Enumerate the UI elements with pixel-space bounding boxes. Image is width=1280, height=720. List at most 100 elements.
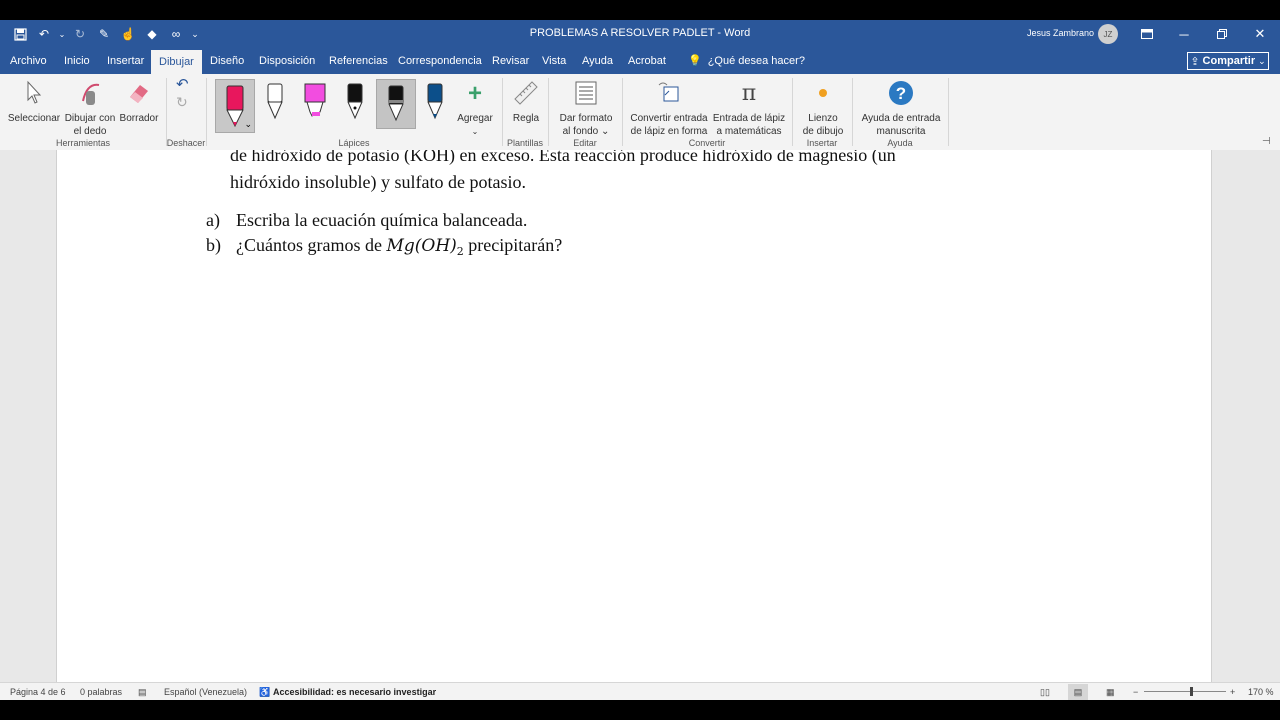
tab-acrobat[interactable]: Acrobat — [620, 48, 674, 74]
zoom-out-icon[interactable]: − — [1133, 687, 1138, 697]
user-name[interactable]: Jesus Zambrano — [1027, 28, 1094, 38]
group-separator — [548, 78, 549, 146]
ink-help-button[interactable]: ? Ayuda de entrada manuscrita — [858, 78, 944, 138]
tab-ayuda[interactable]: Ayuda — [574, 48, 621, 74]
eraser-label: Borrador — [119, 113, 159, 124]
pen-icon[interactable]: ✎ — [94, 25, 114, 43]
highlighter-pink[interactable] — [300, 80, 330, 124]
format-background-button[interactable]: Dar formato al fondo ⌄ — [554, 78, 618, 138]
ruler-button[interactable]: Regla — [508, 78, 544, 125]
customize-qat-icon[interactable]: ⌄ — [190, 25, 200, 43]
accessibility-icon[interactable]: ♿ — [259, 687, 270, 698]
ribbon-display-icon[interactable] — [1134, 23, 1160, 45]
read-mode-icon[interactable]: ▯▯ — [1040, 687, 1050, 698]
save-icon[interactable] — [10, 25, 30, 43]
background-format-icon — [572, 78, 600, 108]
minimize-icon[interactable]: ─ — [1171, 23, 1197, 45]
ruler-label: Regla — [512, 113, 540, 124]
pi-icon: π — [741, 80, 757, 106]
draw-with-finger-button[interactable]: Dibujar con el dedo — [62, 78, 118, 138]
group-label-convertir: Convertir — [688, 138, 726, 148]
tab-referencias[interactable]: Referencias — [321, 48, 396, 74]
pen-pink-selected[interactable]: ⌄ — [215, 79, 255, 133]
finger-draw-icon — [76, 78, 104, 108]
close-icon[interactable]: ✕ — [1247, 23, 1273, 45]
finger-label-1: Dibujar con — [64, 113, 116, 124]
list-item-b: ¿Cuántos gramos de Mg(OH)2 precipitarán? — [236, 235, 562, 258]
tab-inicio[interactable]: Inicio — [56, 48, 98, 74]
zoom-slider[interactable] — [1144, 691, 1226, 692]
convert-label-2: de lápiz en forma — [630, 126, 708, 137]
ribbon-panel: Seleccionar Dibujar con el dedo Borrador… — [0, 74, 1280, 151]
proofing-icon[interactable]: ▤ — [138, 687, 147, 698]
ink-to-math-button[interactable]: π Entrada de lápiz a matemáticas — [710, 78, 788, 138]
pencil-black[interactable] — [376, 79, 416, 129]
tab-disposicion[interactable]: Disposición — [251, 48, 323, 74]
help-label-2: manuscrita — [876, 126, 926, 137]
tab-vista[interactable]: Vista — [534, 48, 574, 74]
document-page[interactable]: de hidróxido de potasio (KOH) en exceso.… — [56, 150, 1212, 682]
share-button[interactable]: ⇪ Compartir ⌄ — [1187, 52, 1269, 70]
zoom-slider-thumb[interactable] — [1190, 687, 1193, 696]
pen-blue[interactable] — [420, 80, 450, 124]
touch-mode-icon[interactable]: ☝ — [118, 25, 138, 43]
avatar[interactable]: JZ — [1098, 24, 1118, 44]
ribbon-undo-button[interactable]: ↶ — [176, 76, 189, 93]
redo-icon[interactable]: ↻ — [70, 25, 90, 43]
eraser-tool-icon — [125, 78, 153, 108]
print-layout-icon[interactable]: ▤ — [1068, 684, 1088, 700]
group-label-plantillas: Plantillas — [506, 138, 544, 148]
eraser-icon[interactable]: ◆ — [142, 25, 162, 43]
drawing-canvas-button[interactable]: Lienzo de dibujo — [798, 78, 848, 138]
tab-revisar[interactable]: Revisar — [484, 48, 537, 74]
zoom-level[interactable]: 170 % — [1248, 687, 1274, 697]
zoom-in-icon[interactable]: + — [1230, 687, 1235, 697]
select-button[interactable]: Seleccionar — [8, 78, 60, 125]
format-label-1: Dar formato — [559, 113, 613, 124]
group-separator — [792, 78, 793, 146]
tab-dibujar[interactable]: Dibujar — [151, 50, 202, 74]
word-count[interactable]: 0 palabras — [80, 687, 122, 697]
item-b-text-end: precipitarán? — [463, 235, 563, 255]
tab-archivo[interactable]: Archivo — [2, 48, 55, 74]
chevron-down-icon[interactable]: ⌄ — [244, 119, 252, 130]
canvas-label-2: de dibujo — [802, 126, 844, 137]
lightbulb-icon: 💡 — [688, 55, 702, 67]
undo-icon[interactable]: ↶ — [34, 25, 54, 43]
status-bar: Página 4 de 6 0 palabras ▤ Español (Vene… — [0, 682, 1280, 701]
select-label: Seleccionar — [7, 113, 61, 124]
tab-diseno[interactable]: Diseño — [202, 48, 252, 74]
list-marker-a: a) — [206, 210, 220, 230]
lasso-icon[interactable]: ∞ — [166, 25, 186, 43]
eraser-button[interactable]: Borrador — [118, 78, 160, 125]
ink-to-shape-icon — [655, 78, 683, 108]
ribbon-undo-icon: ↶ — [176, 76, 189, 93]
tab-insertar[interactable]: Insertar — [99, 48, 152, 74]
ink-to-shape-button[interactable]: Convertir entrada de lápiz en forma — [628, 78, 710, 138]
group-label-ayuda: Ayuda — [887, 138, 913, 148]
group-separator — [206, 78, 207, 146]
pen-black[interactable] — [340, 80, 370, 124]
share-label: Compartir — [1202, 55, 1256, 67]
math-formula: Mg(OH) — [386, 236, 457, 256]
group-separator — [622, 78, 623, 146]
add-pen-button[interactable]: + Agregar ⌄ — [456, 78, 494, 138]
ribbon-redo-button[interactable]: ↻ — [176, 95, 188, 109]
convert-label-1: Convertir entrada — [630, 113, 708, 124]
restore-icon[interactable] — [1209, 23, 1235, 45]
pen-white[interactable] — [260, 80, 290, 124]
undo-dropdown-icon[interactable]: ⌄ — [58, 25, 66, 43]
tab-correspondencia[interactable]: Correspondencia — [390, 48, 490, 74]
web-layout-icon[interactable]: ▦ — [1106, 687, 1115, 698]
tell-me-search[interactable]: 💡 ¿Qué desea hacer? — [680, 48, 813, 74]
accessibility-status[interactable]: Accesibilidad: es necesario investigar — [273, 687, 436, 697]
group-label-editar: Editar — [573, 138, 597, 148]
plus-icon: + — [467, 79, 482, 107]
language-status[interactable]: Español (Venezuela) — [164, 687, 247, 697]
pin-ribbon-icon[interactable]: ⊣ — [1262, 136, 1271, 147]
group-separator — [948, 78, 949, 146]
document-area[interactable]: de hidróxido de potasio (KOH) en exceso.… — [0, 150, 1280, 682]
canvas-icon — [809, 78, 837, 108]
page-count[interactable]: Página 4 de 6 — [10, 687, 66, 697]
add-pen-label: Agregar — [457, 113, 493, 124]
